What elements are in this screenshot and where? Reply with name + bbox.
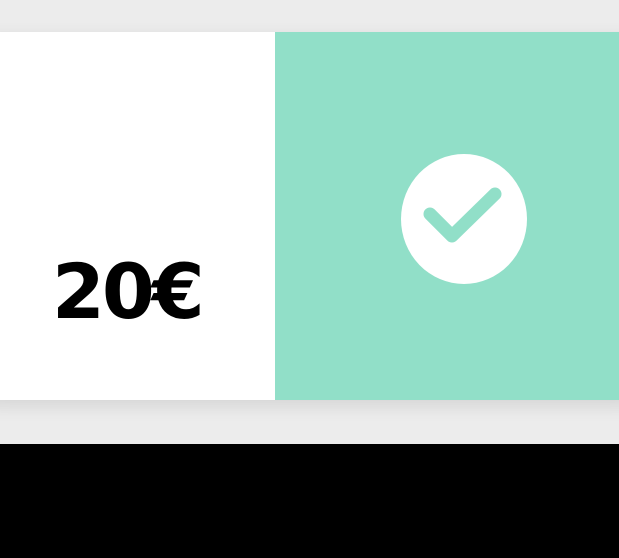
- checkmark-icon: [423, 187, 502, 243]
- screen: 20€: [0, 0, 619, 558]
- check-circle-icon[interactable]: [401, 154, 527, 284]
- price-amount: 20€: [52, 247, 205, 336]
- app-area: 20€: [0, 0, 619, 444]
- bottom-black-bar: [0, 444, 619, 558]
